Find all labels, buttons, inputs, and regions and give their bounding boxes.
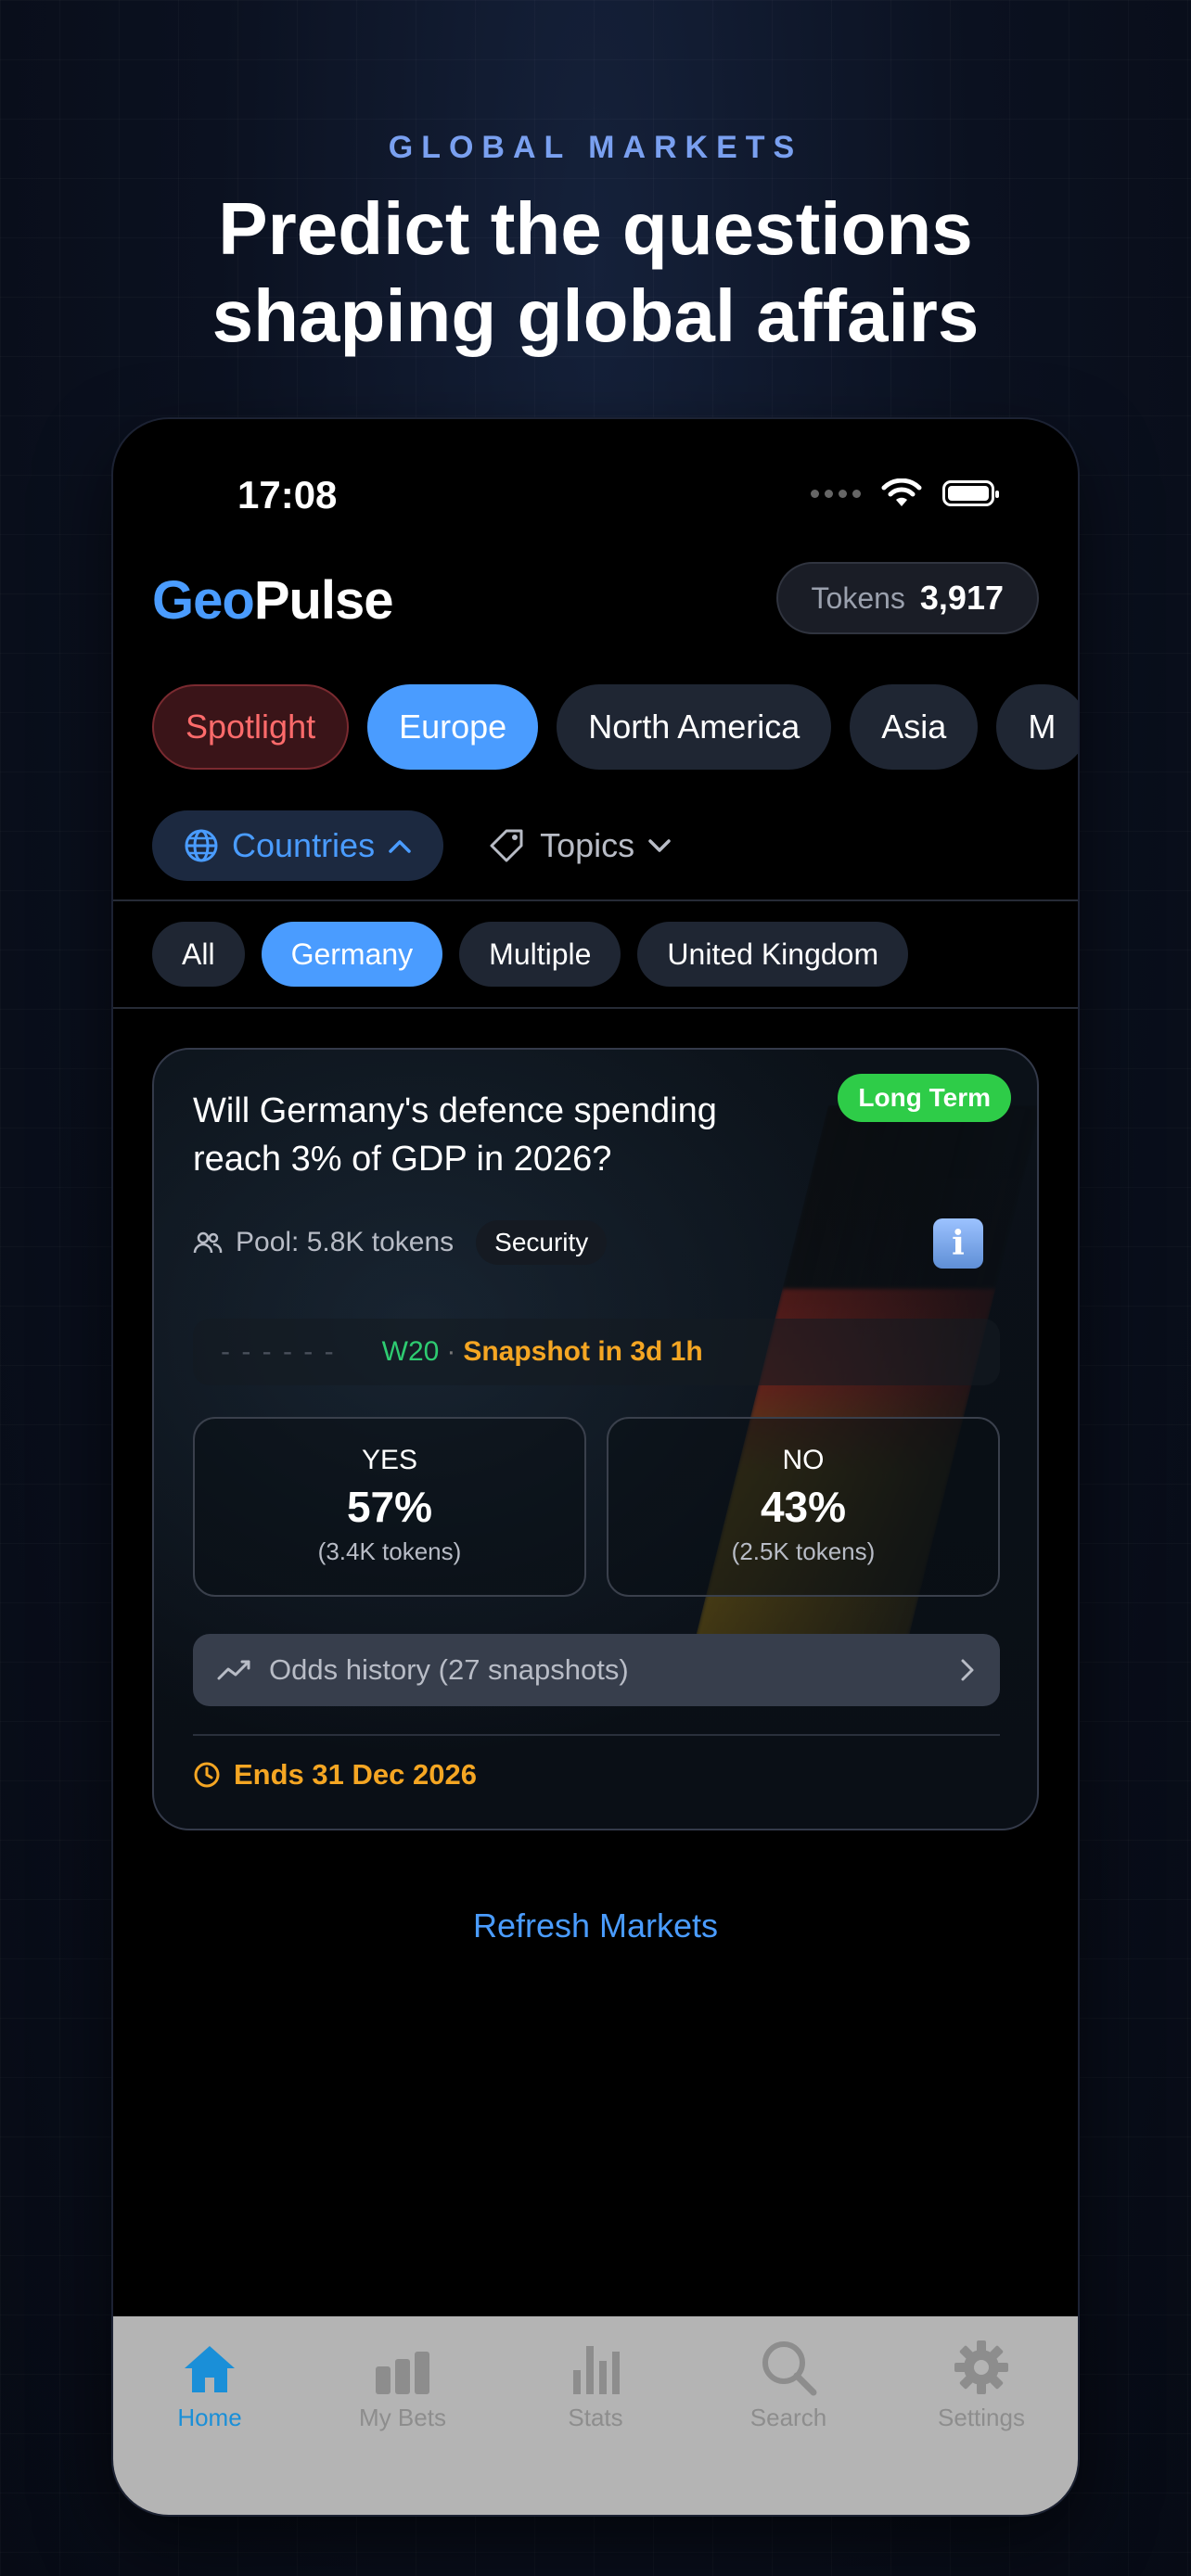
market-meta: Pool: 5.8K tokens Security bbox=[193, 1220, 608, 1265]
tab-search-label: Search bbox=[749, 2404, 827, 2431]
country-germany[interactable]: Germany bbox=[261, 922, 443, 987]
countries-filter-label: Countries bbox=[232, 826, 376, 864]
end-date-label: Ends 31 Dec 2026 bbox=[234, 1758, 477, 1791]
no-option-button[interactable]: NO 43% (2.5K tokens) bbox=[607, 1417, 1000, 1597]
gear-icon bbox=[954, 2340, 1008, 2394]
tab-home-label: Home bbox=[177, 2404, 242, 2431]
region-tabs: Spotlight Europe North America Asia M bbox=[152, 684, 1078, 770]
topics-filter-button[interactable]: Topics bbox=[488, 810, 672, 881]
tab-settings-label: Settings bbox=[938, 2404, 1025, 2431]
snapshot-bar: - - - - - - W20 · Snapshot in 3d 1h bbox=[193, 1319, 1000, 1385]
odds-options: YES 57% (3.4K tokens) NO 43% (2.5K token… bbox=[193, 1417, 1000, 1597]
tab-search[interactable]: Search bbox=[705, 2331, 872, 2515]
tokens-value: 3,917 bbox=[919, 579, 1004, 617]
clock-icon bbox=[194, 1762, 220, 1788]
status-icons bbox=[811, 478, 999, 508]
topics-filter-label: Topics bbox=[540, 826, 635, 864]
tab-home[interactable]: Home bbox=[126, 2331, 293, 2515]
tab-my-bets-label: My Bets bbox=[359, 2404, 446, 2431]
promo-headline: Predict the questions shaping global aff… bbox=[0, 185, 1191, 360]
battery-icon bbox=[942, 480, 999, 506]
card-divider bbox=[193, 1734, 1000, 1736]
phone-screen: 17:08 GeoPulse Tokens 3,917 Spotlight Eu… bbox=[113, 419, 1078, 2515]
globe-icon bbox=[185, 829, 218, 862]
logo-geo: Geo bbox=[152, 570, 255, 631]
countries-filter-button[interactable]: Countries bbox=[152, 810, 444, 881]
no-percent: 43% bbox=[760, 1483, 847, 1531]
country-all[interactable]: All bbox=[152, 922, 245, 987]
tab-settings[interactable]: Settings bbox=[898, 2331, 1065, 2515]
bets-bars-icon bbox=[376, 2352, 429, 2394]
region-north-america[interactable]: North America bbox=[557, 684, 832, 770]
country-multiple[interactable]: Multiple bbox=[459, 922, 621, 987]
topic-tag: Security bbox=[476, 1220, 608, 1265]
stats-chart-icon bbox=[573, 2346, 620, 2394]
wifi-icon bbox=[881, 478, 922, 506]
logo-pulse: Pulse bbox=[253, 570, 394, 631]
snapshot-week: W20 bbox=[381, 1336, 440, 1367]
divider-top bbox=[113, 899, 1078, 901]
status-time: 17:08 bbox=[237, 473, 338, 516]
tab-stats[interactable]: Stats bbox=[512, 2331, 679, 2515]
tab-my-bets[interactable]: My Bets bbox=[319, 2331, 486, 2515]
info-icon[interactable]: i bbox=[933, 1218, 983, 1269]
tokens-balance[interactable]: Tokens 3,917 bbox=[775, 562, 1039, 634]
no-label: NO bbox=[782, 1445, 825, 1475]
yes-tokens: (3.4K tokens) bbox=[317, 1537, 462, 1565]
divider-bottom bbox=[113, 1007, 1078, 1009]
headline-line-1: Predict the questions bbox=[218, 187, 973, 270]
trend-chart-icon bbox=[217, 1660, 250, 1680]
headline-line-2: shaping global affairs bbox=[211, 274, 980, 357]
market-end-date: Ends 31 Dec 2026 bbox=[193, 1758, 477, 1792]
people-icon bbox=[193, 1231, 223, 1254]
snapshot-sparkline-icon: - - - - - - bbox=[221, 1336, 336, 1367]
no-tokens: (2.5K tokens) bbox=[731, 1537, 876, 1565]
tab-bar: Home My Bets Stats Search Settings bbox=[113, 2316, 1078, 2515]
region-europe[interactable]: Europe bbox=[367, 684, 539, 770]
country-united-kingdom[interactable]: United Kingdom bbox=[637, 922, 909, 987]
market-card[interactable]: Long Term Will Germany's defence spendin… bbox=[152, 1048, 1039, 1830]
home-icon bbox=[185, 2346, 235, 2392]
promo-eyebrow: GLOBAL MARKETS bbox=[388, 130, 803, 165]
app-logo: GeoPulse bbox=[152, 569, 394, 631]
yes-percent: 57% bbox=[346, 1483, 433, 1531]
snapshot-separator: · bbox=[446, 1336, 456, 1367]
chevron-right-icon bbox=[961, 1659, 974, 1681]
cellular-icon bbox=[811, 489, 861, 498]
tokens-label: Tokens bbox=[811, 580, 905, 615]
odds-history-button[interactable]: Odds history (27 snapshots) bbox=[193, 1634, 1000, 1706]
chevron-down-icon bbox=[648, 839, 671, 852]
long-term-badge: Long Term bbox=[838, 1074, 1011, 1122]
tab-stats-label: Stats bbox=[568, 2404, 623, 2431]
odds-history-label: Odds history (27 snapshots) bbox=[269, 1653, 629, 1686]
region-asia[interactable]: Asia bbox=[850, 684, 979, 770]
search-icon bbox=[762, 2341, 817, 2396]
pool-size: Pool: 5.8K tokens bbox=[236, 1227, 455, 1257]
filter-row: Countries Topics bbox=[152, 810, 672, 881]
refresh-markets-button[interactable]: Refresh Markets bbox=[113, 1906, 1078, 1945]
yes-option-button[interactable]: YES 57% (3.4K tokens) bbox=[193, 1417, 586, 1597]
yes-label: YES bbox=[361, 1445, 418, 1475]
country-chips: All Germany Multiple United Kingdom bbox=[152, 922, 909, 987]
region-more[interactable]: M bbox=[996, 684, 1078, 770]
tag-icon bbox=[490, 829, 523, 862]
chevron-up-icon bbox=[389, 840, 411, 853]
snapshot-countdown: Snapshot in 3d 1h bbox=[463, 1336, 703, 1367]
market-question: Will Germany's defence spending reach 3%… bbox=[193, 1091, 717, 1179]
region-spotlight[interactable]: Spotlight bbox=[152, 684, 350, 770]
